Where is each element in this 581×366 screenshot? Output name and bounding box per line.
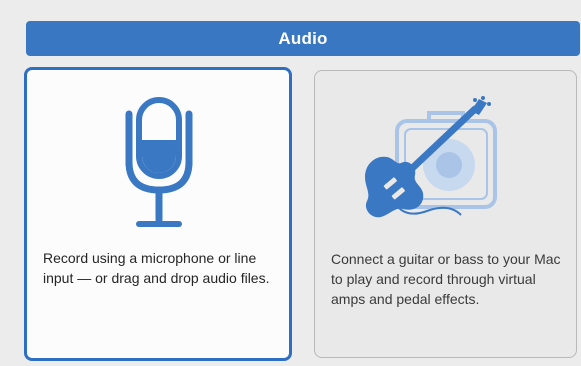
microphone-icon	[97, 96, 223, 241]
record-audio-option[interactable]: Record using a microphone or line input …	[24, 67, 292, 361]
guitar-bass-option[interactable]: Connect a guitar or bass to your Mac to …	[314, 70, 577, 358]
audio-header: Audio	[26, 21, 580, 56]
guitar-bass-description: Connect a guitar or bass to your Mac to …	[331, 251, 561, 307]
guitar-amp-icon	[357, 95, 527, 235]
record-audio-description: Record using a microphone or line input …	[43, 250, 270, 286]
audio-header-title: Audio	[278, 28, 328, 48]
